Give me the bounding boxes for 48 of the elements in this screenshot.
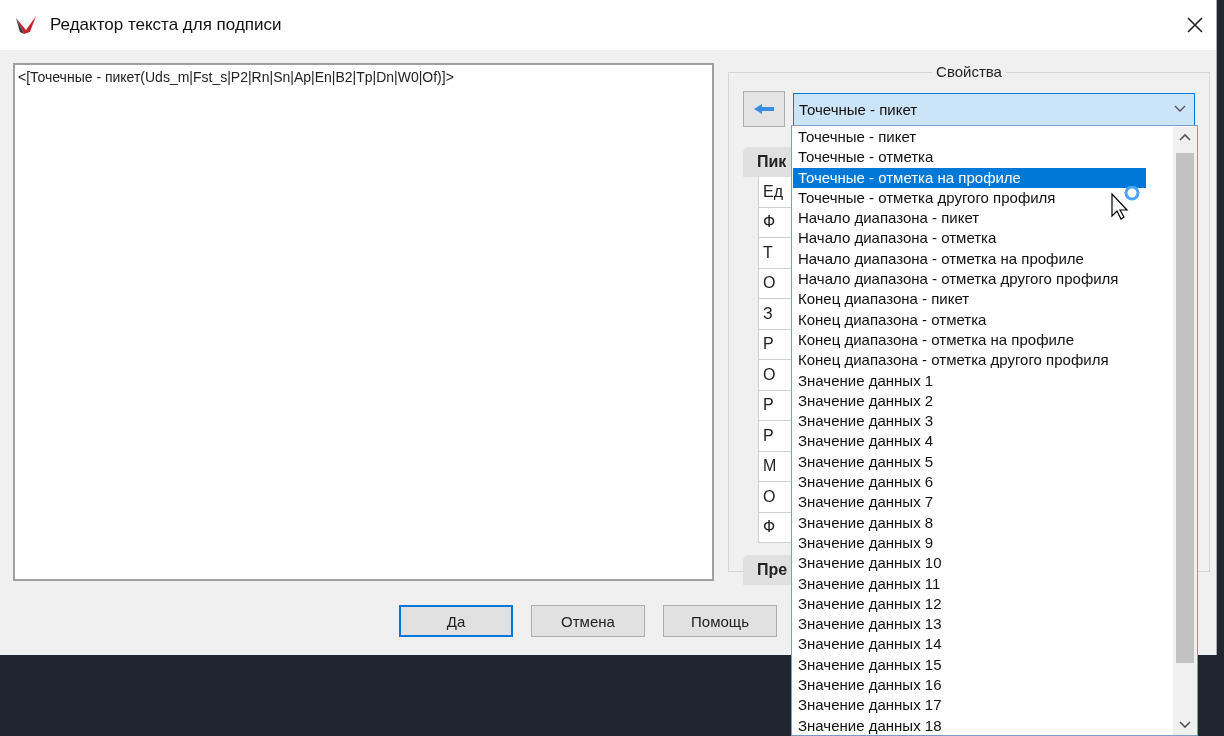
section-label: Пре [757,561,788,579]
dropdown-option[interactable]: Значение данных 2 [793,390,1146,412]
window-title: Редактор текста для подписи [50,15,283,35]
dropdown-option[interactable]: Конец диапазона - отметка другого профиля [793,350,1146,371]
dropdown-option[interactable]: Значение данных 15 [793,654,1146,675]
dropdown-option[interactable]: Значение данных 1 [793,370,1146,391]
dropdown-option[interactable]: Значение данных 8 [793,512,1146,533]
dropdown-option[interactable]: Значение данных 16 [793,675,1146,696]
dropdown-option[interactable]: Точечные - отметка на профиле [793,167,1146,188]
dropdown-option[interactable]: Начало диапазона - отметка на профиле [793,248,1146,270]
dropdown-option[interactable]: Значение данных 11 [793,573,1146,594]
dropdown-option[interactable]: Значение данных 9 [793,532,1146,554]
dropdown-option[interactable]: Конец диапазона - отметка [793,309,1146,330]
dropdown-option[interactable]: Значение данных 5 [793,451,1146,473]
group-title: Свойства [932,63,1006,80]
dropdown-option[interactable]: Значение данных 13 [793,614,1146,635]
dropdown-option[interactable]: Начало диапазона - отметка другого профиля [793,269,1146,290]
close-icon[interactable] [1186,16,1204,34]
dialog-button[interactable]: Да [399,605,513,637]
dropdown-option[interactable]: Конец диапазона - пикет [793,289,1146,310]
scroll-thumb[interactable] [1176,153,1194,663]
scroll-up-icon[interactable] [1179,133,1191,141]
dropdown-option[interactable]: Значение данных 14 [793,634,1146,655]
dialog-button[interactable]: Отмена [531,605,645,637]
dropdown-option[interactable]: Значение данных 4 [793,431,1146,452]
dropdown-option[interactable]: Значение данных 12 [793,593,1146,615]
dropdown-option[interactable]: Точечные - отметка [793,147,1146,168]
section-label: Пик [757,153,787,171]
arrow-left-icon [753,103,775,115]
text-editor[interactable]: <[Точечные - пикет(Uds_m|Fst_s|P2|Rn|Sn|Ap|En|B2|Tp|Dn|W0|Of)]> [13,63,714,581]
dropdown-option[interactable]: Точечные - пикет [793,127,1146,148]
cursor-icon [1110,186,1140,220]
dropdown-option[interactable]: Значение данных 6 [793,472,1146,493]
dropdown-option[interactable]: Конец диапазона - отметка на профиле [793,329,1146,351]
dropdown-option[interactable]: Значение данных 7 [793,492,1146,513]
scroll-down-icon[interactable] [1179,721,1191,729]
dropdown-option[interactable]: Значение данных 10 [793,553,1146,574]
back-button[interactable] [743,91,785,127]
dropdown-option[interactable]: Значение данных 18 [793,715,1146,736]
dialog-button[interactable]: Помощь [663,605,777,637]
chevron-down-icon [1174,105,1186,113]
dropdown-option[interactable]: Начало диапазона - отметка [793,228,1146,249]
scrollbar[interactable] [1173,127,1197,735]
dropdown-option[interactable]: Начало диапазона - пикет [793,208,1146,229]
dropdown-option[interactable]: Значение данных 17 [793,695,1146,716]
dropdown-option[interactable]: Точечные - отметка другого профиля [793,187,1146,209]
property-combo[interactable]: Точечные - пикет [793,92,1195,126]
dropdown-option[interactable]: Значение данных 3 [793,411,1146,432]
